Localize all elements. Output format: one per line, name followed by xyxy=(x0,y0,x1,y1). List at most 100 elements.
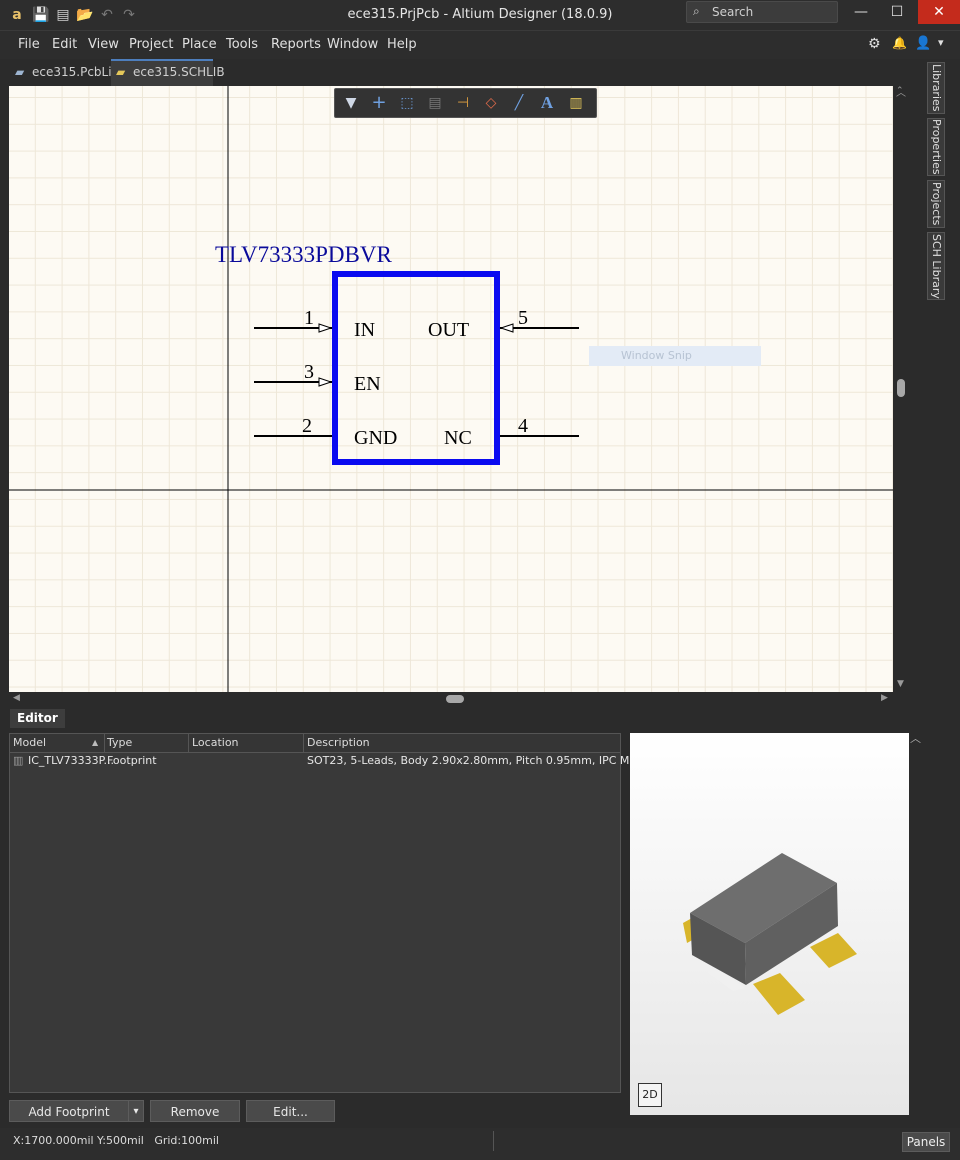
minimize-button[interactable]: — xyxy=(844,0,878,24)
tab-editor[interactable]: Editor xyxy=(10,709,65,728)
search-placeholder: Search xyxy=(712,5,754,19)
footprint-3d-preview[interactable]: 2D xyxy=(630,733,909,1115)
pin-2-name: GND xyxy=(354,427,397,449)
column-separator[interactable] xyxy=(188,734,189,752)
select-area-icon[interactable]: ⬚ xyxy=(396,93,418,113)
vertical-scroll-thumb[interactable] xyxy=(897,379,905,397)
maximize-button[interactable]: ☐ xyxy=(880,0,914,24)
pin-5-name: OUT xyxy=(428,319,469,341)
horizontal-scrollbar[interactable]: ◀ ▶ xyxy=(9,692,893,706)
menu-window[interactable]: Window xyxy=(327,37,378,52)
user-account-icon[interactable]: 👤 xyxy=(915,36,931,51)
panel-tab-sch-library[interactable]: SCH Library xyxy=(927,232,945,300)
horizontal-scroll-thumb[interactable] xyxy=(446,695,464,703)
column-model[interactable]: Model xyxy=(13,736,46,749)
open-icon[interactable]: 📂 xyxy=(76,6,94,24)
menu-help[interactable]: Help xyxy=(387,37,417,52)
place-line-icon[interactable]: ╱ xyxy=(508,93,530,113)
scroll-left-arrow-icon[interactable]: ◀ xyxy=(13,693,20,703)
remove-button[interactable]: Remove xyxy=(150,1100,240,1122)
tab-schlib[interactable]: ▰ ece315.SCHLIB xyxy=(111,59,225,86)
menu-project[interactable]: Project xyxy=(129,37,173,52)
pcb-library-icon: ▰ xyxy=(15,65,25,79)
editor-tab-bar: Editor xyxy=(9,708,909,728)
add-footprint-dropdown[interactable]: ▾ xyxy=(128,1100,144,1122)
save-icon[interactable]: 💾 xyxy=(32,6,50,24)
table-row[interactable]: ▥ IC_TLV73333P... Footprint SOT23, 5-Lea… xyxy=(10,753,657,769)
place-text-icon[interactable]: A xyxy=(536,93,558,113)
pad-front xyxy=(753,973,805,1015)
menu-edit[interactable]: Edit xyxy=(52,37,77,52)
cursor-coordinates: X:1700.000mil Y:500mil Grid:100mil xyxy=(13,1134,219,1147)
component-designator: TLV73333PDBVR xyxy=(215,242,392,267)
vertical-scrollbar[interactable]: ⌃ ︿ ▼ xyxy=(893,86,909,692)
search-box[interactable]: ⌕ Search xyxy=(686,1,838,23)
tab-pcblib[interactable]: ▰ ece315.PcbLib xyxy=(10,61,120,84)
panel-tab-properties[interactable]: Properties xyxy=(927,118,945,176)
column-description[interactable]: Description xyxy=(307,736,370,749)
close-button[interactable]: ✕ xyxy=(918,0,960,24)
cell-description: SOT23, 5-Leads, Body 2.90x2.80mm, Pitch … xyxy=(307,754,657,767)
altium-logo-icon: a xyxy=(12,7,22,23)
pin-4-name: NC xyxy=(444,427,472,449)
pin-3-name: EN xyxy=(354,373,381,395)
menu-file[interactable]: File xyxy=(18,37,40,52)
schematic-library-icon: ▰ xyxy=(116,65,126,79)
column-separator[interactable] xyxy=(303,734,304,752)
preview-collapse-icon[interactable]: ︿ xyxy=(910,730,921,746)
pin-3-arrow xyxy=(318,377,333,387)
menu-view[interactable]: View xyxy=(88,37,119,52)
schematic-drawing: TLV73333PDBVR 1 IN 3 EN 2 GND 5 OUT 4 NC xyxy=(9,86,893,692)
save-all-icon[interactable]: ▤ xyxy=(54,6,72,24)
settings-gear-icon[interactable]: ⚙ xyxy=(868,36,881,52)
status-separator xyxy=(493,1131,494,1151)
pin-5-number: 5 xyxy=(518,307,528,329)
scroll-up-arrow-icon[interactable]: ︿ xyxy=(896,84,906,99)
title-bar: a 💾 ▤ 📂 ↶ ↷ ece315.PrjPcb - Altium Desig… xyxy=(0,0,960,30)
pin-5-arrow xyxy=(499,323,514,333)
panels-button[interactable]: Panels xyxy=(902,1132,950,1152)
filter-icon[interactable]: ▼ xyxy=(340,93,362,113)
component-icon[interactable]: ▥ xyxy=(565,93,587,113)
schematic-canvas[interactable]: TLV73333PDBVR 1 IN 3 EN 2 GND 5 OUT 4 NC… xyxy=(9,86,893,692)
footprint-model-icon: ▥ xyxy=(13,754,24,767)
column-location[interactable]: Location xyxy=(192,736,239,749)
pin-4-number: 4 xyxy=(518,415,528,437)
scroll-down-arrow-icon[interactable]: ▼ xyxy=(897,679,904,689)
eraser-icon[interactable]: ◇ xyxy=(480,93,502,113)
menu-place[interactable]: Place xyxy=(182,37,217,52)
redo-icon[interactable]: ↷ xyxy=(120,6,138,24)
active-bar-toolbar: ▼ + ⬚ ▤ ⊣ ◇ ╱ A ▥ xyxy=(334,88,597,118)
menu-bar: File Edit View Project Place Tools Repor… xyxy=(0,30,960,59)
column-type[interactable]: Type xyxy=(107,736,132,749)
align-icon[interactable]: ▤ xyxy=(424,93,446,113)
panel-tab-projects[interactable]: Projects xyxy=(927,180,945,228)
cell-type: Footprint xyxy=(107,754,157,767)
view-2d-button[interactable]: 2D xyxy=(638,1083,662,1107)
pin-3-number: 3 xyxy=(304,361,314,383)
document-tab-bar: ▰ ece315.PcbLib ▰ ece315.SCHLIB xyxy=(0,59,920,86)
menu-tools[interactable]: Tools xyxy=(226,37,258,52)
user-dropdown-icon[interactable]: ▾ xyxy=(938,36,944,49)
scroll-right-arrow-icon[interactable]: ▶ xyxy=(881,693,888,703)
menu-reports[interactable]: Reports xyxy=(271,37,321,52)
notifications-bell-icon[interactable]: 🔔 xyxy=(892,36,907,50)
undo-icon[interactable]: ↶ xyxy=(98,6,116,24)
place-pin-icon[interactable]: ⊣ xyxy=(452,93,474,113)
models-grid: Model ▲ Type Location Description ▥ IC_T… xyxy=(9,733,657,1093)
panel-tab-libraries[interactable]: Libraries xyxy=(927,62,945,114)
status-bar: X:1700.000mil Y:500mil Grid:100mil Panel… xyxy=(0,1128,960,1160)
pin-1-arrow xyxy=(318,323,333,333)
add-footprint-button[interactable]: Add Footprint xyxy=(9,1100,129,1122)
tab-pcblib-label: ece315.PcbLib xyxy=(32,65,120,79)
package-3d-render xyxy=(683,853,857,1015)
pin-1-number: 1 xyxy=(304,307,314,329)
pin-1-name: IN xyxy=(354,319,375,341)
search-icon: ⌕ xyxy=(693,4,700,18)
pin-2-number: 2 xyxy=(302,415,312,437)
sort-ascending-icon[interactable]: ▲ xyxy=(92,738,98,747)
column-separator[interactable] xyxy=(104,734,105,752)
tab-schlib-label: ece315.SCHLIB xyxy=(133,65,225,79)
add-crosshair-icon[interactable]: + xyxy=(368,93,390,113)
edit-button[interactable]: Edit... xyxy=(246,1100,335,1122)
